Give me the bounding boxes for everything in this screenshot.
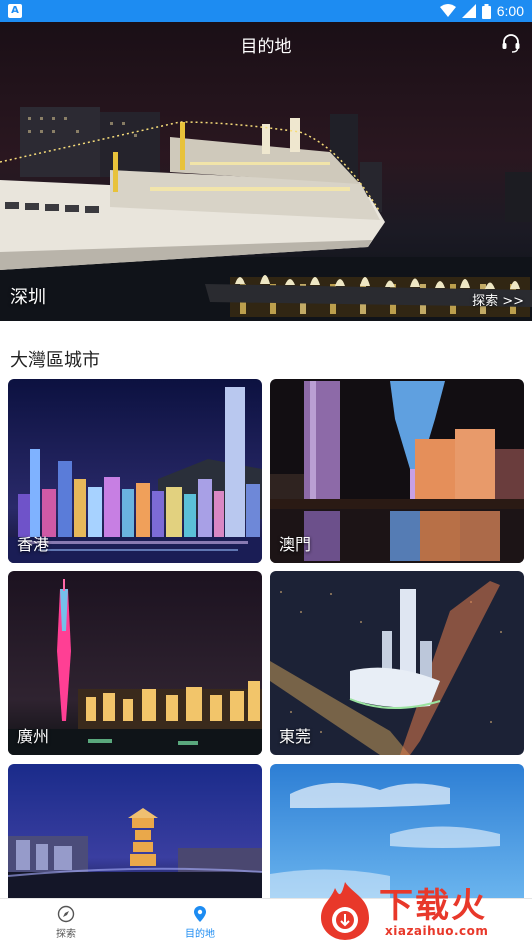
- wifi-icon: [439, 4, 456, 17]
- flame-logo-icon: [321, 882, 369, 940]
- nav-label: 探索: [56, 929, 76, 940]
- watermark-url: xiazaihuo.com: [385, 924, 489, 938]
- battery-icon: [481, 3, 491, 19]
- section-title: 大灣區城市: [10, 350, 100, 371]
- explore-link[interactable]: 探索 >>: [472, 290, 524, 309]
- location-pin-icon: [194, 906, 206, 922]
- city-image: [8, 764, 262, 898]
- page-title: 目的地: [240, 37, 292, 57]
- nav-label: 目的地: [185, 929, 215, 940]
- city-name: 廣州: [17, 727, 50, 746]
- city-card-5[interactable]: [8, 764, 262, 898]
- status-bar: A 6:00: [0, 0, 532, 22]
- clock: 6:00: [496, 3, 524, 19]
- hero-banner[interactable]: 目的地 深圳 探索 >>: [0, 22, 532, 321]
- watermark-text: 下载火: [379, 886, 487, 926]
- nav-tab-destination[interactable]: 目的地: [160, 905, 240, 940]
- city-card-guangzhou[interactable]: 廣州: [8, 571, 262, 755]
- city-name: 東莞: [279, 727, 312, 746]
- compass-icon: [57, 905, 75, 923]
- headset-icon[interactable]: [500, 32, 522, 54]
- hero-city-name: 深圳: [10, 287, 46, 308]
- nav-tab-explore[interactable]: 探索: [26, 905, 106, 940]
- city-card-macau[interactable]: 澳門: [270, 379, 524, 563]
- status-icons: 6:00: [439, 2, 524, 20]
- watermark: 下载火 xiazaihuo.com: [313, 876, 532, 946]
- app-notification-icon: A: [8, 4, 22, 18]
- hero-image: [0, 107, 532, 321]
- city-card-hong-kong[interactable]: 香港: [8, 379, 262, 563]
- city-name: 澳門: [279, 535, 312, 554]
- signal-icon: [461, 4, 476, 18]
- city-name: 香港: [17, 535, 50, 554]
- city-card-dongguan[interactable]: 東莞: [270, 571, 524, 755]
